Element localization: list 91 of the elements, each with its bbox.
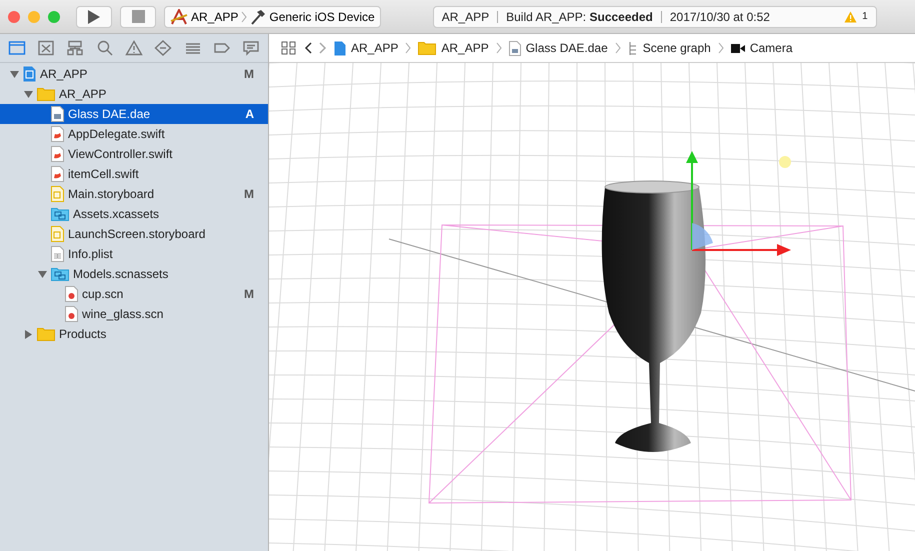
scm-status: M <box>244 187 254 201</box>
hammer-icon <box>250 8 266 24</box>
breadcrumb[interactable]: Glass DAE.dae <box>508 40 608 56</box>
file-name: itemCell.swift <box>68 167 139 181</box>
warning-count: 1 <box>862 11 868 22</box>
chevron-icon <box>614 42 621 54</box>
close-button[interactable] <box>8 10 20 22</box>
activity-project: AR_APP <box>442 10 490 24</box>
diamond-tab[interactable] <box>152 38 174 58</box>
chevron-icon <box>405 42 412 54</box>
search-icon <box>96 40 114 56</box>
file-tree-item[interactable]: AR_APP <box>0 84 268 104</box>
asset-folder-icon <box>51 207 69 221</box>
file-name: Assets.xcassets <box>73 207 160 221</box>
file-tree-item[interactable]: Products <box>0 324 268 344</box>
file-tree-item[interactable]: Models.scnassets <box>0 264 268 284</box>
file-name: ViewController.swift <box>68 147 172 161</box>
disclosure-triangle-icon[interactable] <box>38 270 47 278</box>
project-file-icon <box>334 40 346 56</box>
asset-folder-icon <box>51 267 69 281</box>
project-file-icon <box>23 66 36 82</box>
scm-status: M <box>244 287 254 301</box>
build-time: 2017/10/30 at 0:52 <box>670 10 770 24</box>
forward-icon[interactable] <box>319 42 327 54</box>
file-tree-item[interactable]: AR_APP M <box>0 64 268 84</box>
folder-icon <box>8 40 26 56</box>
folder-icon <box>418 41 436 55</box>
back-icon[interactable] <box>304 42 312 54</box>
file-name: Info.plist <box>68 247 113 261</box>
file-name: wine_glass.scn <box>82 307 164 321</box>
file-name: Models.scnassets <box>73 267 168 281</box>
chevron-icon <box>496 42 502 54</box>
scm-status: A <box>245 107 254 121</box>
stop-icon <box>132 10 144 23</box>
file-icon <box>51 186 64 202</box>
zoom-button[interactable] <box>48 10 60 22</box>
chevron-icon <box>241 10 248 22</box>
hierarchy-icon <box>66 40 84 56</box>
swift-file-icon <box>51 146 64 162</box>
file-icon <box>65 286 78 302</box>
warning-icon <box>124 40 143 56</box>
file-name: AR_APP <box>59 87 106 101</box>
breadcrumb[interactable]: AR_APP <box>418 41 489 55</box>
breadcrumb[interactable]: AR_APP <box>334 40 398 56</box>
comment-icon <box>242 40 260 56</box>
file-tree-item[interactable]: Main.storyboard M <box>0 184 268 204</box>
warning-tab[interactable] <box>122 38 145 58</box>
file-tree-item[interactable]: wine_glass.scn <box>0 304 268 324</box>
disclosure-triangle-icon[interactable] <box>10 70 19 78</box>
build-status: Build AR_APP: Succeeded <box>506 10 653 24</box>
file-name: Glass DAE.dae <box>68 107 150 121</box>
file-name: cup.scn <box>82 287 124 301</box>
file-tree-item[interactable]: Glass DAE.dae A <box>0 104 268 124</box>
file-tree-item[interactable]: Assets.xcassets <box>0 204 268 224</box>
breadcrumb[interactable]: Scene graph <box>628 40 711 56</box>
play-icon <box>87 8 101 24</box>
file-name: Products <box>59 327 106 341</box>
file-tree-item[interactable]: AppDelegate.swift <box>0 124 268 144</box>
stop-button[interactable] <box>120 6 156 28</box>
related-items-icon[interactable] <box>281 40 297 56</box>
file-icon <box>508 40 521 56</box>
disclosure-triangle-icon[interactable] <box>24 330 33 338</box>
warning-icon <box>844 10 858 22</box>
file-name: LaunchScreen.storyboard <box>68 227 206 241</box>
file-icon <box>51 106 64 122</box>
file-icon <box>65 306 78 322</box>
scheme-selector[interactable]: AR_APP Generic iOS Device <box>164 6 381 28</box>
camera-icon <box>730 44 745 52</box>
swift-file-icon <box>51 126 64 142</box>
folder-icon <box>37 87 55 101</box>
scm-status: M <box>244 67 254 81</box>
breadcrumb[interactable]: Camera <box>730 41 793 55</box>
file-name: AR_APP <box>40 67 88 81</box>
file-name: Main.storyboard <box>68 187 154 201</box>
file-icon <box>51 246 64 262</box>
file-tree-item[interactable]: ViewController.swift <box>0 144 268 164</box>
file-tree-item[interactable]: LaunchScreen.storyboard <box>0 224 268 244</box>
box-icon <box>36 40 55 56</box>
run-button[interactable] <box>76 6 112 28</box>
folder-icon <box>37 327 55 341</box>
file-tree-item[interactable]: Info.plist <box>0 244 268 264</box>
file-tree-item[interactable]: cup.scn M <box>0 284 268 304</box>
app-icon <box>170 8 188 24</box>
file-name: AppDelegate.swift <box>68 127 165 141</box>
file-icon <box>51 226 64 242</box>
hierarchy-icon <box>628 40 638 56</box>
diamond-icon <box>154 40 172 56</box>
swift-file-icon <box>51 166 64 182</box>
file-tree-item[interactable]: itemCell.swift <box>0 164 268 184</box>
chevron-icon <box>718 42 724 54</box>
disclosure-triangle-icon[interactable] <box>24 90 33 98</box>
